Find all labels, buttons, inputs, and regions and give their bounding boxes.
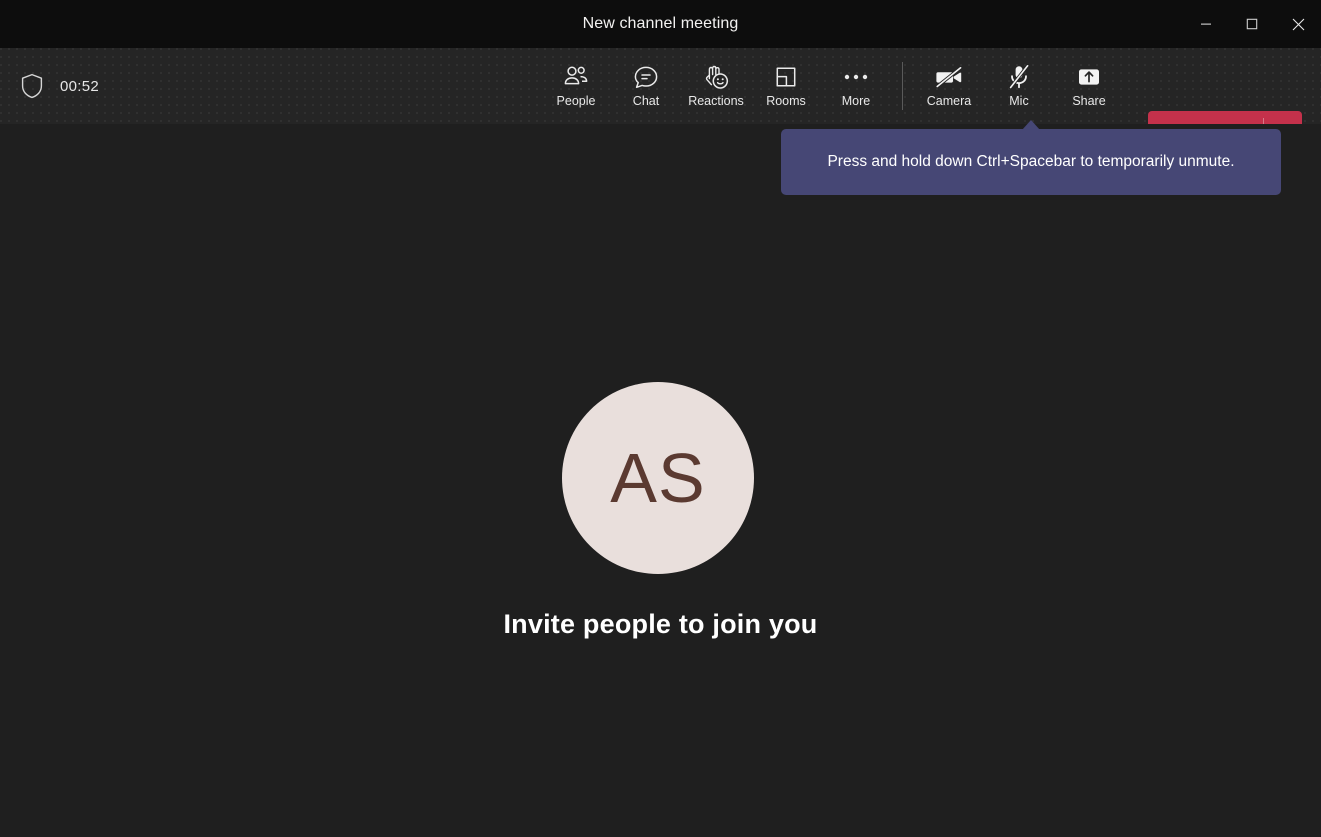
mic-off-icon	[1006, 64, 1032, 90]
meeting-stage: AS Invite people to join you	[0, 124, 1321, 837]
toolbar-label-more: More	[841, 94, 871, 108]
toolbar-button-share[interactable]: Share	[1054, 55, 1124, 117]
toolbar-divider	[902, 62, 903, 110]
close-icon	[1292, 18, 1304, 30]
toolbar-center-group: People Chat Reactions Rooms More Camera …	[541, 48, 1124, 124]
toolbar-label-people: People	[556, 94, 596, 108]
meeting-timer: 00:52	[60, 77, 100, 95]
avatar: AS	[562, 382, 754, 574]
maximize-button[interactable]	[1229, 0, 1275, 48]
share-icon	[1075, 64, 1103, 90]
teams-meeting-window: New channel meeting 00:52 People Chat Re…	[0, 0, 1321, 837]
meeting-toolbar: 00:52 People Chat Reactions Rooms More C…	[0, 48, 1321, 157]
chat-icon	[633, 64, 659, 90]
toolbar-button-rooms[interactable]: Rooms	[751, 55, 821, 117]
window-title: New channel meeting	[582, 15, 739, 32]
toolbar-button-mic[interactable]: Mic	[984, 55, 1054, 117]
shield-icon	[20, 73, 44, 99]
toolbar-label-rooms: Rooms	[766, 94, 806, 108]
toolbar-label-share: Share	[1072, 94, 1106, 108]
toolbar-label-camera: Camera	[926, 94, 972, 108]
maximize-icon	[1246, 18, 1258, 30]
toolbar-button-more[interactable]: More	[821, 55, 891, 117]
toolbar-label-chat: Chat	[632, 94, 660, 108]
invite-headline: Invite people to join you	[503, 609, 818, 639]
tooltip-text: Press and hold down Ctrl+Spacebar to tem…	[827, 153, 1235, 170]
rooms-icon	[774, 64, 798, 90]
toolbar-label-mic: Mic	[1009, 94, 1029, 108]
people-icon	[563, 64, 589, 90]
title-bar: New channel meeting	[0, 0, 1321, 48]
camera-off-icon	[934, 64, 964, 90]
toolbar-button-camera[interactable]: Camera	[914, 55, 984, 117]
avatar-initials: AS	[610, 439, 706, 517]
minimize-button[interactable]	[1183, 0, 1229, 48]
toolbar-left-group: 00:52	[0, 48, 99, 124]
toolbar-button-reactions[interactable]: Reactions	[681, 55, 751, 117]
reactions-icon	[703, 64, 730, 90]
minimize-icon	[1201, 23, 1211, 25]
more-icon	[843, 64, 869, 90]
toolbar-button-chat[interactable]: Chat	[611, 55, 681, 117]
toolbar-label-reactions: Reactions	[688, 94, 744, 108]
mic-tooltip: Press and hold down Ctrl+Spacebar to tem…	[781, 129, 1281, 195]
toolbar-button-people[interactable]: People	[541, 55, 611, 117]
close-button[interactable]	[1275, 0, 1321, 48]
window-controls	[1183, 0, 1321, 48]
